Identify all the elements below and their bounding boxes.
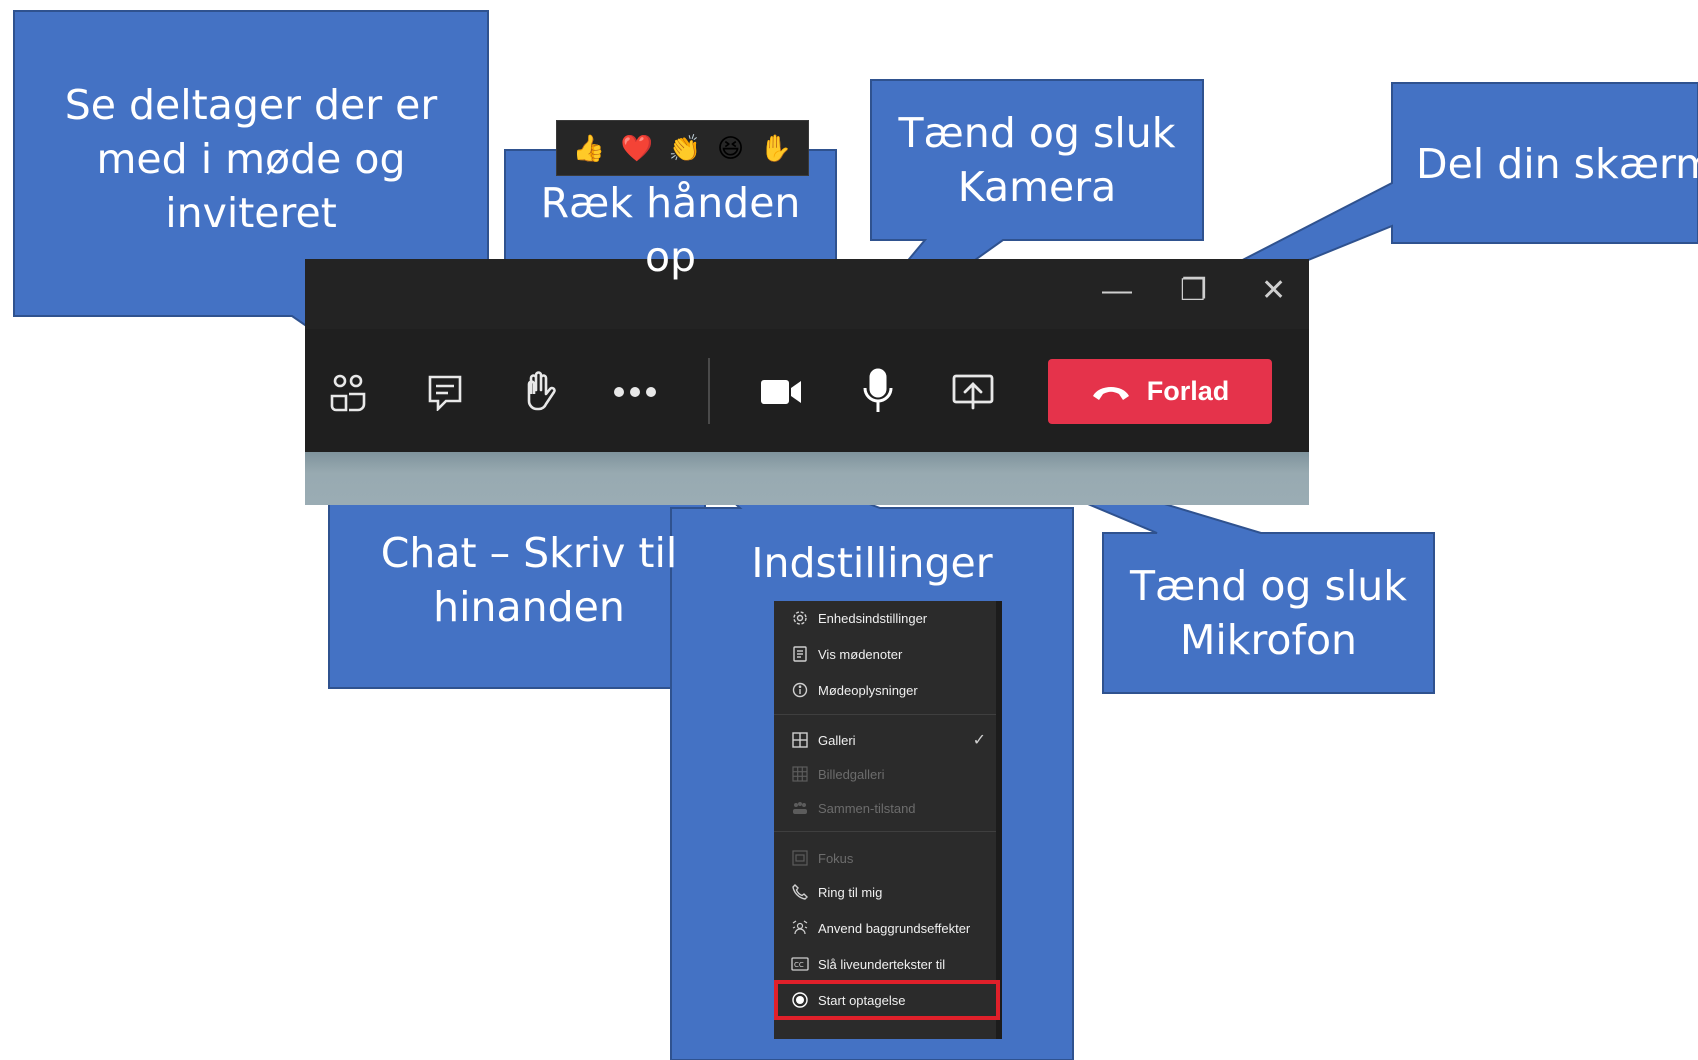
participants-button[interactable] [325, 370, 371, 414]
callout-camera-text: Tænd og sluk Kamera [898, 109, 1176, 212]
check-icon: ✓ [972, 732, 986, 749]
start-recording-highlight [774, 980, 1000, 1020]
large-grid-icon [790, 766, 810, 782]
menu-divider [774, 831, 1002, 832]
cc-icon: CC [790, 957, 810, 971]
menu-item-focus: Fokus [774, 841, 1002, 875]
menu-item-label: Sammen-tilstand [818, 800, 916, 816]
menu-scroll-edge [996, 601, 1002, 1039]
video-preview-strip [305, 452, 1309, 505]
focus-icon [790, 850, 810, 866]
menu-item-device-settings[interactable]: Enhedsindstillinger [774, 601, 1002, 635]
more-icon [614, 387, 656, 397]
menu-item-together-mode: Sammen-tilstand [774, 791, 1002, 825]
together-icon [790, 801, 810, 815]
callout-raisehand-text: Ræk hånden op [540, 179, 801, 282]
info-icon [790, 682, 810, 698]
menu-item-label: Fokus [818, 850, 854, 866]
microphone-button[interactable] [855, 366, 901, 416]
menu-item-gallery[interactable]: Galleri ✓ [774, 723, 1002, 757]
applause-reaction[interactable]: 👏 [669, 133, 701, 164]
leave-button[interactable]: Forlad [1048, 359, 1272, 424]
menu-item-label: Anvend baggrundseffekter [818, 920, 971, 936]
notes-icon [790, 646, 810, 662]
restore-button[interactable]: ❐ [1180, 276, 1207, 306]
callout-participants-text: Se deltager der er med i møde og inviter… [64, 81, 438, 238]
menu-item-label: Vis mødenoter [818, 646, 903, 662]
reactions-bar: 👍 ❤️ 👏 😆 ✋ [556, 120, 809, 176]
menu-item-label: Galleri [818, 732, 856, 748]
share-screen-icon [952, 374, 994, 410]
chat-icon [428, 375, 462, 411]
menu-item-call-me[interactable]: Ring til mig [774, 875, 1002, 909]
menu-divider [774, 714, 1002, 715]
people-icon [330, 374, 366, 412]
callout-chat-text: Chat – Skriv til hinanden [380, 529, 678, 632]
menu-item-label: Ring til mig [818, 884, 883, 900]
raise-hand-button[interactable] [515, 368, 561, 414]
more-options-menu: Enhedsindstillinger Vis mødenoter Mødeop… [774, 601, 1002, 1039]
thumbs-up-reaction[interactable]: 👍 [573, 133, 605, 164]
share-screen-button[interactable] [949, 370, 997, 414]
minimize-button[interactable]: — [1102, 276, 1132, 306]
callout-settings-text: Indstillinger [751, 539, 993, 587]
menu-item-meeting-notes[interactable]: Vis mødenoter [774, 637, 1002, 671]
callout-share-text: Del din skærm [1416, 140, 1698, 188]
gear-icon [790, 610, 810, 626]
hand-icon [527, 371, 556, 411]
menu-item-live-captions[interactable]: CC Slå liveundertekster til [774, 947, 1002, 981]
background-effects-icon [790, 920, 810, 936]
menu-item-meeting-info[interactable]: Mødeoplysninger [774, 673, 1002, 707]
menu-item-large-gallery: Billedgalleri [774, 757, 1002, 791]
menu-item-label: Billedgalleri [818, 766, 885, 782]
camera-icon [761, 380, 801, 404]
raise-hand-reaction[interactable]: ✋ [760, 133, 792, 164]
menu-item-label: Slå liveundertekster til [818, 956, 946, 972]
microphone-icon [863, 368, 893, 412]
leave-label: Forlad [1146, 376, 1230, 406]
heart-reaction[interactable]: ❤️ [621, 133, 653, 164]
grid-icon [790, 732, 810, 748]
menu-item-background-effects[interactable]: Anvend baggrundseffekter [774, 911, 1002, 945]
svg-text:CC: CC [794, 961, 804, 969]
callout-mic-text: Tænd og sluk Mikrofon [1130, 562, 1407, 665]
close-button[interactable]: ✕ [1261, 276, 1286, 306]
camera-button[interactable] [757, 372, 805, 412]
phone-icon [790, 884, 810, 900]
laugh-reaction[interactable]: 😆 [717, 133, 744, 164]
more-options-button[interactable] [612, 372, 658, 412]
chat-button[interactable] [422, 370, 468, 414]
menu-item-label: Mødeoplysninger [818, 682, 918, 698]
menu-item-label: Enhedsindstillinger [818, 610, 928, 626]
toolbar-divider [708, 358, 710, 424]
hang-up-icon [1092, 386, 1129, 400]
